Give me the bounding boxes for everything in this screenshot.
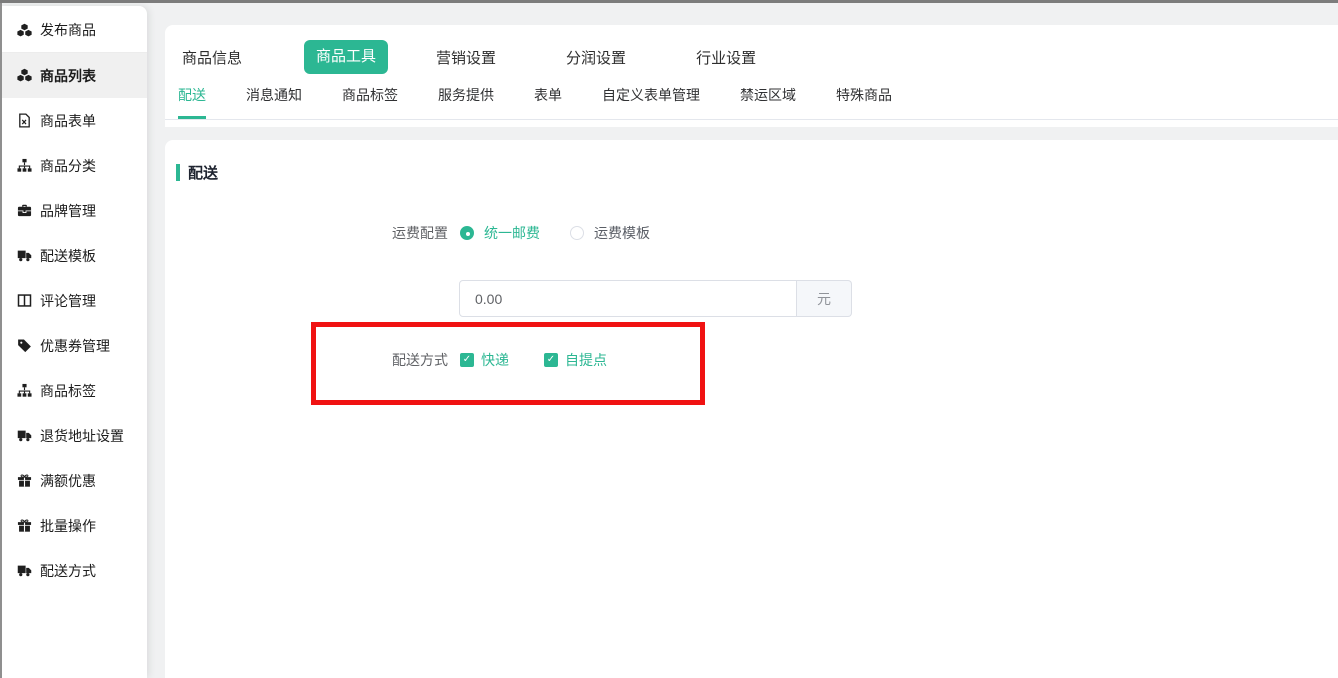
subtab-message-notification[interactable]: 消息通知 (246, 85, 302, 119)
postage-input-group: 元 (459, 280, 852, 317)
checkbox-pickup-point[interactable]: 自提点 (544, 350, 607, 370)
postage-input-row: 元 (459, 280, 1338, 317)
gift-icon (17, 518, 33, 533)
sidebar-item-batch-operation[interactable]: 批量操作 (0, 503, 147, 548)
sidebar-item-comment-management[interactable]: 评论管理 (0, 278, 147, 323)
postage-input[interactable] (459, 280, 797, 317)
sidebar-item-label: 退货地址设置 (40, 426, 124, 446)
tabs-panel: 商品信息 商品工具 营销设置 分润设置 行业设置 配送 消息通知 商品标签 服务… (165, 25, 1338, 127)
subtab-embargo-area[interactable]: 禁运区域 (740, 85, 796, 119)
freight-config-label: 运费配置 (165, 223, 448, 243)
window-left-edge (0, 0, 2, 678)
file-form-icon (17, 113, 33, 128)
columns-icon (17, 293, 33, 308)
sidebar: 发布商品 商品列表 商品表单 商品分类 品牌管理 配送模板 评论管理 优惠券管理… (0, 6, 147, 678)
checkbox-pickup-point-label: 自提点 (565, 350, 607, 370)
delivery-method-label: 配送方式 (165, 350, 448, 370)
sidebar-item-label: 优惠券管理 (40, 336, 110, 356)
section-accent-bar (176, 164, 180, 181)
sidebar-item-label: 品牌管理 (40, 201, 96, 221)
subtab-product-tags[interactable]: 商品标签 (342, 85, 398, 119)
briefcase-icon (17, 203, 33, 218)
radio-unified-postage[interactable]: 统一邮费 (460, 223, 540, 243)
sidebar-item-label: 发布商品 (40, 20, 96, 40)
truck-icon (17, 248, 33, 263)
sidebar-item-label: 配送方式 (40, 561, 96, 581)
delivery-method-row: 配送方式 快递 自提点 (165, 350, 1338, 370)
sidebar-item-product-form[interactable]: 商品表单 (0, 98, 147, 143)
sidebar-item-delivery-template[interactable]: 配送模板 (0, 233, 147, 278)
checkbox-checked-icon[interactable] (544, 353, 558, 367)
subtab-custom-form-management[interactable]: 自定义表单管理 (602, 85, 700, 119)
sidebar-item-label: 商品分类 (40, 156, 96, 176)
sidebar-item-product-tags[interactable]: 商品标签 (0, 368, 147, 413)
gift-icon (17, 473, 33, 488)
main-tab-bar: 商品信息 商品工具 营销设置 分润设置 行业设置 (165, 40, 1338, 74)
checkbox-express[interactable]: 快递 (460, 350, 509, 370)
sidebar-item-label: 商品列表 (40, 66, 96, 86)
sidebar-item-return-address-settings[interactable]: 退货地址设置 (0, 413, 147, 458)
section-title-text: 配送 (188, 162, 218, 183)
radio-unified-postage-label: 统一邮费 (484, 223, 540, 243)
section-header: 配送 (176, 162, 1338, 183)
tab-product-info[interactable]: 商品信息 (182, 47, 242, 68)
window-top-edge (0, 0, 1338, 3)
sidebar-item-publish-product[interactable]: 发布商品 (0, 8, 147, 53)
sitemap-icon (17, 158, 33, 173)
sidebar-item-full-amount-discount[interactable]: 满额优惠 (0, 458, 147, 503)
sidebar-item-label: 评论管理 (40, 291, 96, 311)
sidebar-item-brand-management[interactable]: 品牌管理 (0, 188, 147, 233)
subtab-delivery[interactable]: 配送 (178, 85, 206, 119)
truck-icon (17, 428, 33, 443)
sub-tab-bar: 配送 消息通知 商品标签 服务提供 表单 自定义表单管理 禁运区域 特殊商品 (165, 85, 1338, 120)
delivery-settings-panel: 配送 运费配置 统一邮费 运费模板 元 配送方式 快递 (165, 140, 1338, 678)
sidebar-item-label: 批量操作 (40, 516, 96, 536)
freight-config-row: 运费配置 统一邮费 运费模板 (165, 223, 1338, 243)
radio-unselected-icon[interactable] (570, 226, 584, 240)
subtab-special-products[interactable]: 特殊商品 (836, 85, 892, 119)
tab-product-tools[interactable]: 商品工具 (304, 40, 388, 74)
sidebar-item-product-list[interactable]: 商品列表 (0, 53, 147, 98)
checkbox-checked-icon[interactable] (460, 353, 474, 367)
truck-icon (17, 563, 33, 578)
sidebar-item-label: 配送模板 (40, 246, 96, 266)
sidebar-item-delivery-method[interactable]: 配送方式 (0, 548, 147, 593)
checkbox-express-label: 快递 (481, 350, 509, 370)
sidebar-item-label: 满额优惠 (40, 471, 96, 491)
tab-marketing-settings[interactable]: 营销设置 (436, 47, 496, 68)
subtab-form[interactable]: 表单 (534, 85, 562, 119)
subtab-service-provide[interactable]: 服务提供 (438, 85, 494, 119)
tab-profit-settings[interactable]: 分润设置 (566, 47, 626, 68)
radio-freight-template[interactable]: 运费模板 (570, 223, 650, 243)
cubes-icon (17, 68, 33, 83)
postage-unit-suffix: 元 (797, 280, 852, 317)
tab-industry-settings[interactable]: 行业设置 (696, 47, 756, 68)
radio-freight-template-label: 运费模板 (594, 223, 650, 243)
sitemap-icon (17, 383, 33, 398)
sidebar-item-coupon-management[interactable]: 优惠券管理 (0, 323, 147, 368)
sidebar-item-product-category[interactable]: 商品分类 (0, 143, 147, 188)
sidebar-item-label: 商品表单 (40, 111, 96, 131)
tag-icon (17, 338, 33, 353)
sidebar-item-label: 商品标签 (40, 381, 96, 401)
radio-selected-icon[interactable] (460, 226, 474, 240)
cubes-icon (17, 23, 33, 38)
